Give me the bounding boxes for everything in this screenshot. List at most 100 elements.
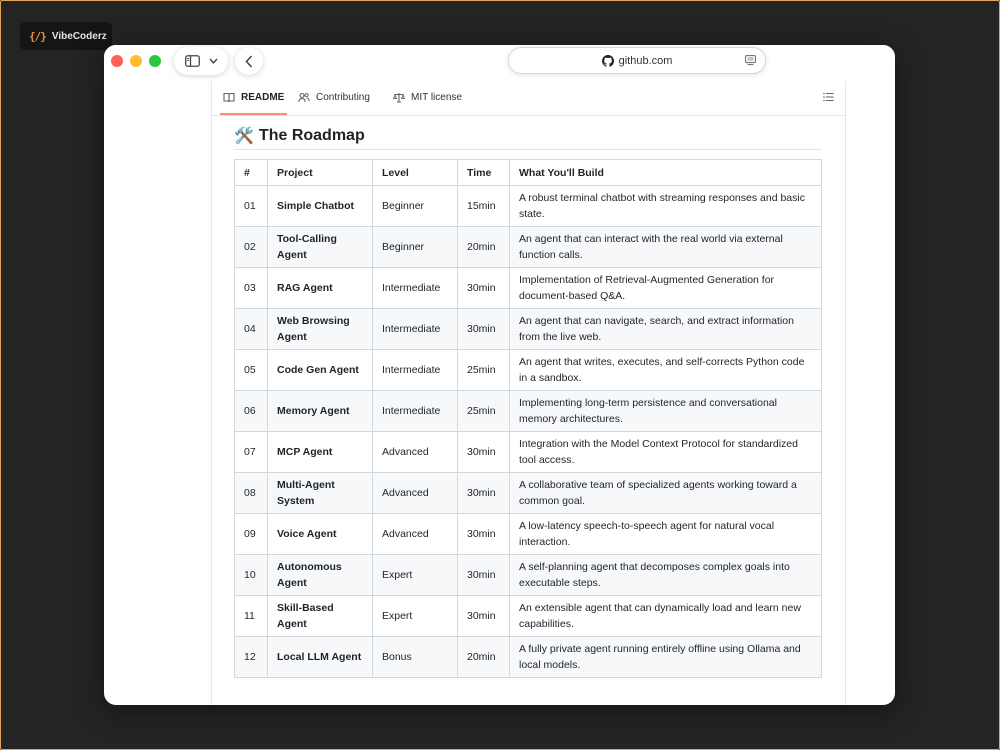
cell-time: 30min <box>457 308 510 350</box>
maximize-window-button[interactable] <box>149 55 161 67</box>
cell-project: Web Browsing Agent <box>267 308 373 350</box>
cell-level: Beginner <box>372 185 458 227</box>
sidebar-icon <box>184 55 200 67</box>
cell-project: Simple Chatbot <box>267 185 373 227</box>
brand-badge: {/} VibeCoderz <box>20 22 112 50</box>
cell-description: An agent that can interact with the real… <box>509 226 822 268</box>
cell-number: 11 <box>234 595 268 637</box>
cell-project: RAG Agent <box>267 267 373 309</box>
cell-time: 30min <box>457 267 510 309</box>
header-description: What You'll Build <box>509 159 822 186</box>
cell-number: 07 <box>234 431 268 473</box>
cell-level: Advanced <box>372 472 458 514</box>
tools-emoji: 🛠️ <box>234 128 254 145</box>
reader-mode-icon[interactable] <box>745 55 756 66</box>
cell-number: 01 <box>234 185 268 227</box>
cell-description: An extensible agent that can dynamically… <box>509 595 822 637</box>
table-row: 11 Skill-Based Agent Expert 30min An ext… <box>234 595 822 637</box>
table-row: 04 Web Browsing Agent Intermediate 30min… <box>234 308 822 350</box>
cell-level: Expert <box>372 595 458 637</box>
cell-level: Intermediate <box>372 308 458 350</box>
table-row: 06 Memory Agent Intermediate 25min Imple… <box>234 390 822 432</box>
cell-number: 12 <box>234 636 268 678</box>
cell-description: An agent that can navigate, search, and … <box>509 308 822 350</box>
cell-level: Advanced <box>372 513 458 555</box>
browser-toolbar: github.com <box>104 45 895 81</box>
close-window-button[interactable] <box>111 55 123 67</box>
roadmap-table: # Project Level Time What You'll Build 0… <box>234 159 822 678</box>
cell-level: Intermediate <box>372 390 458 432</box>
section-heading: 🛠️ The Roadmap <box>234 123 822 150</box>
cell-level: Beginner <box>372 226 458 268</box>
cell-level: Expert <box>372 554 458 596</box>
cell-level: Bonus <box>372 636 458 678</box>
cell-description: Implementing long-term persistence and c… <box>509 390 822 432</box>
tab-mit-license-label: MIT license <box>411 92 462 103</box>
github-icon <box>601 54 614 67</box>
table-header-row: # Project Level Time What You'll Build <box>234 159 822 186</box>
cell-project: Local LLM Agent <box>267 636 373 678</box>
tab-contributing-label: Contributing <box>316 92 370 103</box>
cell-number: 08 <box>234 472 268 514</box>
address-bar[interactable]: github.com <box>508 47 766 74</box>
repo-file-tabs: README Contributing MIT license <box>212 81 845 116</box>
cell-description: A robust terminal chatbot with streaming… <box>509 185 822 227</box>
table-row: 07 MCP Agent Advanced 30min Integration … <box>234 431 822 473</box>
section-title: The Roadmap <box>258 127 365 144</box>
cell-time: 20min <box>457 636 510 678</box>
cell-number: 05 <box>234 349 268 391</box>
cell-description: A collaborative team of specialized agen… <box>509 472 822 514</box>
cell-project: Tool-Calling Agent <box>267 226 373 268</box>
cell-time: 15min <box>457 185 510 227</box>
cell-project: Memory Agent <box>267 390 373 432</box>
cell-time: 30min <box>457 431 510 473</box>
cell-project: Skill-Based Agent <box>267 595 373 637</box>
cell-level: Advanced <box>372 431 458 473</box>
table-row: 05 Code Gen Agent Intermediate 25min An … <box>234 349 822 391</box>
cell-project: Voice Agent <box>267 513 373 555</box>
minimize-window-button[interactable] <box>130 55 142 67</box>
table-body: 01 Simple Chatbot Beginner 15min A robus… <box>234 185 822 678</box>
back-button[interactable] <box>235 47 263 75</box>
table-row: 09 Voice Agent Advanced 30min A low-late… <box>234 513 822 555</box>
cell-level: Intermediate <box>372 349 458 391</box>
url-text: github.com <box>618 54 673 67</box>
cell-time: 25min <box>457 349 510 391</box>
tab-readme[interactable]: README <box>219 81 288 115</box>
cell-number: 06 <box>234 390 268 432</box>
cell-number: 02 <box>234 226 268 268</box>
table-row: 02 Tool-Calling Agent Beginner 20min An … <box>234 226 822 268</box>
chevron-left-icon <box>245 54 253 68</box>
chevron-down-icon[interactable] <box>208 58 218 64</box>
sidebar-toggle-button[interactable] <box>174 47 228 75</box>
scale-icon <box>393 93 405 103</box>
people-icon <box>298 92 310 103</box>
header-number: # <box>234 159 268 186</box>
cell-description: An agent that writes, executes, and self… <box>509 349 822 391</box>
cell-description: A low-latency speech-to-speech agent for… <box>509 513 822 555</box>
tab-contributing[interactable]: Contributing <box>298 81 370 114</box>
cell-number: 10 <box>234 554 268 596</box>
header-project: Project <box>267 159 373 186</box>
table-row: 01 Simple Chatbot Beginner 15min A robus… <box>234 185 822 227</box>
brand-name: VibeCoderz <box>51 30 107 42</box>
cell-time: 30min <box>457 554 510 596</box>
book-icon <box>223 92 235 103</box>
cell-project: Code Gen Agent <box>267 349 373 391</box>
cell-time: 25min <box>457 390 510 432</box>
cell-number: 03 <box>234 267 268 309</box>
cell-description: A self-planning agent that decomposes co… <box>509 554 822 596</box>
table-of-contents-icon[interactable] <box>823 92 834 102</box>
table-row: 08 Multi-Agent System Advanced 30min A c… <box>234 472 822 514</box>
readme-panel: README Contributing MIT license 🛠️ The R… <box>211 81 846 705</box>
cell-description: Implementation of Retrieval-Augmented Ge… <box>509 267 822 309</box>
cell-time: 20min <box>457 226 510 268</box>
tab-readme-label: README <box>241 92 285 103</box>
cell-number: 04 <box>234 308 268 350</box>
cell-project: Autonomous Agent <box>267 554 373 596</box>
brand-logo-icon: {/} <box>29 29 47 43</box>
table-row: 10 Autonomous Agent Expert 30min A self-… <box>234 554 822 596</box>
tab-mit-license[interactable]: MIT license <box>393 81 462 114</box>
table-row: 12 Local LLM Agent Bonus 20min A fully p… <box>234 636 822 678</box>
cell-level: Intermediate <box>372 267 458 309</box>
